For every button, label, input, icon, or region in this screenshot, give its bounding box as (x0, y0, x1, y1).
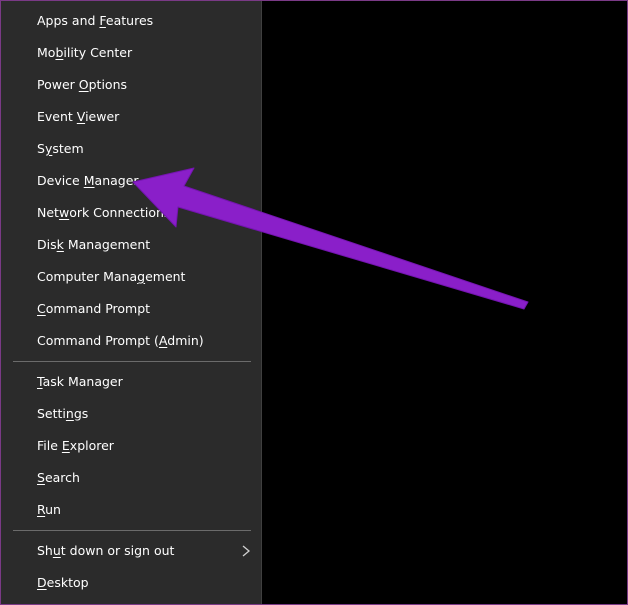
menu-item-label: Search (37, 470, 80, 485)
chevron-right-icon (242, 545, 251, 557)
menu-item-event-viewer[interactable]: Event Viewer (1, 102, 261, 132)
menu-item-label: Apps and Features (37, 13, 154, 28)
menu-item-command-prompt[interactable]: Command Prompt (1, 294, 261, 324)
menu-item-network-connections[interactable]: Network Connections (1, 198, 261, 228)
menu-item-label: Disk Management (37, 237, 151, 252)
menu-item-label: Command Prompt (Admin) (37, 333, 204, 348)
menu-item-label: Device Manager (37, 173, 139, 188)
menu-separator (13, 530, 251, 531)
menu-item-label: Shut down or sign out (37, 543, 175, 558)
menu-item-label: Settings (37, 406, 89, 421)
menu-item-label: Task Manager (37, 374, 123, 389)
menu-item-system[interactable]: System (1, 134, 261, 164)
menu-item-label: File Explorer (37, 438, 114, 453)
menu-item-run[interactable]: Run (1, 495, 261, 525)
menu-item-label: Network Connections (37, 205, 171, 220)
menu-item-command-prompt-admin[interactable]: Command Prompt (Admin) (1, 326, 261, 356)
menu-item-label: Event Viewer (37, 109, 120, 124)
menu-separator (13, 361, 251, 362)
menu-item-label: Run (37, 502, 61, 517)
menu-item-file-explorer[interactable]: File Explorer (1, 431, 261, 461)
menu-item-label: System (37, 141, 84, 156)
menu-item-task-manager[interactable]: Task Manager (1, 367, 261, 397)
menu-item-label: Mobility Center (37, 45, 133, 60)
menu-item-label: Desktop (37, 575, 89, 590)
menu-item-disk-management[interactable]: Disk Management (1, 230, 261, 260)
menu-item-power-options[interactable]: Power Options (1, 70, 261, 100)
winx-power-user-menu: Apps and Features Mobility Center Power … (1, 1, 262, 604)
menu-item-search[interactable]: Search (1, 463, 261, 493)
menu-item-shut-down-or-sign-out[interactable]: Shut down or sign out (1, 536, 261, 566)
menu-item-label: Command Prompt (37, 301, 151, 316)
menu-item-device-manager[interactable]: Device Manager (1, 166, 261, 196)
menu-item-settings[interactable]: Settings (1, 399, 261, 429)
menu-item-desktop[interactable]: Desktop (1, 568, 261, 598)
menu-item-label: Power Options (37, 77, 128, 92)
menu-item-label: Computer Management (37, 269, 186, 284)
menu-item-apps-and-features[interactable]: Apps and Features (1, 6, 261, 36)
menu-item-computer-management[interactable]: Computer Management (1, 262, 261, 292)
menu-item-mobility-center[interactable]: Mobility Center (1, 38, 261, 68)
